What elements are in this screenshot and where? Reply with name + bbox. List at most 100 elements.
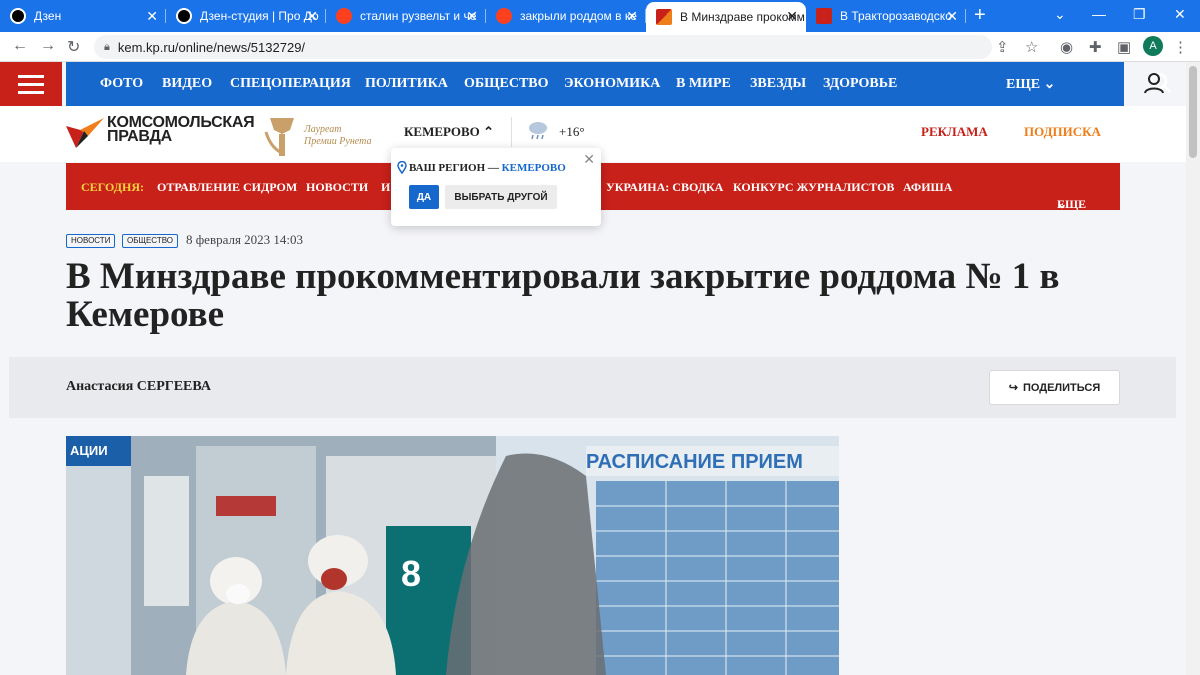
rednav-item-news[interactable]: НОВОСТИ xyxy=(306,180,368,195)
rednav-item-cider[interactable]: ОТРАВЛЕНИЕ СИДРОМ xyxy=(157,180,297,195)
news-icon xyxy=(816,8,832,24)
restore-icon[interactable]: ❐ xyxy=(1133,6,1146,23)
chevron-up-icon: ⌃ xyxy=(483,124,494,139)
nav-specoperation[interactable]: СПЕЦОПЕРАЦИЯ xyxy=(230,76,351,92)
user-icon[interactable] xyxy=(1143,72,1165,94)
city-name: КЕМЕРОВО xyxy=(404,124,480,139)
lock-icon[interactable]: 🔒︎ xyxy=(104,41,110,54)
back-icon[interactable]: ← xyxy=(12,37,28,55)
close-window-icon[interactable]: ✕ xyxy=(1174,6,1186,23)
choose-other-region-button[interactable]: ВЫБРАТЬ ДРУГОЙ xyxy=(445,185,557,209)
browser-tab-4[interactable]: В Минздраве прокомм ✕ xyxy=(646,2,806,32)
dzen-icon xyxy=(176,8,192,24)
rednav-item-contest[interactable]: КОНКУРС ЖУРНАЛИСТОВ xyxy=(733,180,894,195)
menu-dots-icon[interactable]: ⋮ xyxy=(1173,38,1188,56)
share-label: ПОДЕЛИТЬСЯ xyxy=(1022,381,1101,394)
nav-stars[interactable]: ЗВЕЗДЫ xyxy=(750,76,806,92)
close-tab-icon[interactable]: ✕ xyxy=(626,9,638,23)
ads-link[interactable]: РЕКЛАМА xyxy=(921,124,988,140)
nav-society[interactable]: ОБЩЕСТВО xyxy=(464,76,549,92)
new-tab-button[interactable]: + xyxy=(974,5,986,25)
browser-tab-5[interactable]: В Тракторозаводско ✕ xyxy=(806,2,966,30)
page-viewport: ФОТО ВИДЕО СПЕЦОПЕРАЦИЯ ПОЛИТИКА ОБЩЕСТВ… xyxy=(0,62,1186,675)
forward-icon[interactable]: → xyxy=(40,37,56,55)
url-text: kem.kp.ru/online/news/5132729/ xyxy=(117,39,306,55)
article-title: В Минздраве прокомментировали закрытие р… xyxy=(66,256,1060,335)
nav-economy[interactable]: ЭКОНОМИКА xyxy=(564,76,660,92)
browser-tab-1[interactable]: Дзен-студия | Про До ✕ xyxy=(166,2,326,30)
minimize-icon[interactable]: — xyxy=(1092,6,1106,22)
nav-health[interactable]: ЗДОРОВЬЕ xyxy=(823,76,897,92)
photo-digit: 8 xyxy=(401,553,421,594)
region-name: КЕМЕРОВО xyxy=(501,162,566,174)
subscribe-link[interactable]: ПОДПИСКА xyxy=(1024,124,1101,140)
temperature: +16° xyxy=(559,124,585,139)
share-button[interactable]: ↪ ПОДЕЛИТЬСЯ xyxy=(989,370,1120,405)
close-tab-icon[interactable]: ✕ xyxy=(146,9,158,23)
laureate-line-1: Лауреат xyxy=(304,124,342,135)
nav-foto[interactable]: ФОТО xyxy=(100,76,143,92)
kp-logo-text[interactable]: КОМСОМОЛЬСКАЯ ПРАВДА xyxy=(107,115,255,145)
top-navigation: ФОТО ВИДЕО СПЕЦОПЕРАЦИЯ ПОЛИТИКА ОБЩЕСТВ… xyxy=(66,62,1171,106)
author-bar: Анастасия СЕРГЕЕВА ↪ ПОДЕЛИТЬСЯ xyxy=(9,357,1176,418)
dzen-icon xyxy=(10,8,26,24)
region-question: ВАШ РЕГИОН — КЕМЕРОВО xyxy=(409,162,566,174)
runet-award-icon xyxy=(264,118,294,156)
chevron-down-icon: ⌄ xyxy=(1043,77,1056,92)
share-arrow-icon: ↪ xyxy=(1008,382,1018,394)
puzzle-icon[interactable]: ✚ xyxy=(1089,38,1102,56)
chevron-down-icon: ⌄ xyxy=(1057,197,1068,211)
browser-tab-bar: Дзен ✕ Дзен-студия | Про До ✕ сталин рузвель… xyxy=(0,0,1200,32)
share-page-icon[interactable]: ⇪ xyxy=(996,38,1009,56)
rednav-item-afisha[interactable]: АФИША xyxy=(903,180,952,195)
yandex-icon xyxy=(496,8,512,24)
browser-tab-2[interactable]: сталин рузвельт и че ✕ xyxy=(326,2,486,30)
address-toolbar: ← → ↻ 🔒︎ kem.kp.ru/online/news/5132729/ … xyxy=(0,32,1200,62)
profile-avatar[interactable]: A xyxy=(1143,36,1163,56)
tab-search-icon[interactable]: ⌄ xyxy=(1054,6,1066,23)
yandex-icon xyxy=(336,8,352,24)
browser-tab-0[interactable]: Дзен ✕ xyxy=(0,2,166,30)
url-bar[interactable]: 🔒︎ kem.kp.ru/online/news/5132729/ xyxy=(94,35,992,59)
bookmark-star-icon[interactable]: ☆ xyxy=(1025,38,1038,56)
runet-laureate-label: Лауреат Премии Рунета xyxy=(304,124,371,148)
hamburger-menu-button[interactable] xyxy=(0,62,62,106)
logo-line-2: ПРАВДА xyxy=(107,128,172,145)
article-date: 8 февраля 2023 14:03 xyxy=(186,232,304,247)
nav-more[interactable]: ЕЩЕ ⌄ xyxy=(1006,76,1055,93)
location-pin-icon xyxy=(397,161,407,174)
tag-society[interactable]: ОБЩЕСТВО xyxy=(122,234,178,248)
side-panel-icon[interactable]: ▣ xyxy=(1117,38,1131,56)
city-selector[interactable]: КЕМЕРОВО ⌃ xyxy=(404,124,494,140)
rednav-item-ukraine[interactable]: УКРАИНА: СВОДКА xyxy=(606,180,723,195)
tag-news[interactable]: НОВОСТИ xyxy=(66,234,116,248)
confirm-region-button[interactable]: ДА xyxy=(409,185,439,209)
rednav-item-partial[interactable]: И xyxy=(381,180,390,195)
close-tab-icon[interactable]: ✕ xyxy=(306,9,318,23)
page-scrollbar[interactable] xyxy=(1186,62,1200,675)
photo-sign-schedule: РАСПИСАНИЕ ПРИЕМ xyxy=(586,451,803,473)
today-label: СЕГОДНЯ: xyxy=(81,180,144,194)
region-label: ВАШ РЕГИОН — xyxy=(409,162,499,174)
article-photo[interactable]: АЦИИ 8 РАСПИСАНИЕ ПРИЕМ xyxy=(66,436,839,675)
region-popup: ✕ ВАШ РЕГИОН — КЕМЕРОВО ДА ВЫБРАТЬ ДРУГО… xyxy=(391,148,601,226)
browser-tab-3[interactable]: закрыли роддом в ке ✕ xyxy=(486,2,646,30)
tab-separator xyxy=(965,9,966,23)
nav-world[interactable]: В МИРЕ xyxy=(676,76,731,92)
nav-video[interactable]: ВИДЕО xyxy=(162,76,212,92)
close-tab-icon[interactable]: ✕ xyxy=(946,9,958,23)
kp-logo-icon[interactable] xyxy=(66,118,104,148)
close-tab-icon[interactable]: ✕ xyxy=(786,9,798,23)
photo-sign-left: АЦИИ xyxy=(70,443,108,458)
scrollbar-thumb[interactable] xyxy=(1189,66,1197,158)
extension-icon[interactable]: ◉ xyxy=(1060,38,1073,56)
weather-rain-icon xyxy=(529,122,547,140)
close-icon[interactable]: ✕ xyxy=(583,151,595,168)
header-divider xyxy=(511,117,512,147)
author-name[interactable]: Анастасия СЕРГЕЕВА xyxy=(66,379,211,395)
kp-icon xyxy=(656,9,672,25)
reload-icon[interactable]: ↻ xyxy=(67,37,80,57)
laureate-line-2: Премии Рунета xyxy=(304,136,372,147)
close-tab-icon[interactable]: ✕ xyxy=(466,9,478,23)
nav-politics[interactable]: ПОЛИТИКА xyxy=(365,76,448,92)
